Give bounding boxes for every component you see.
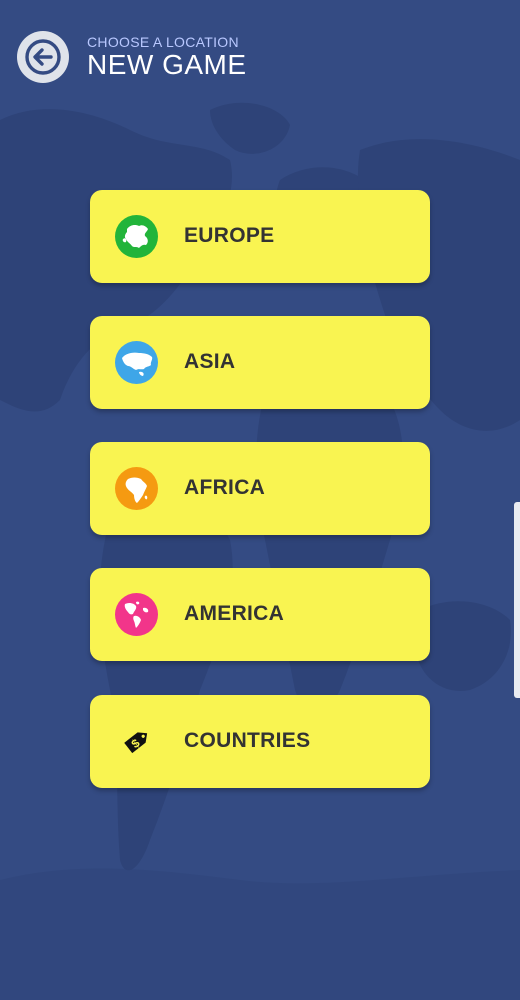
europe-button[interactable]: EUROPE	[90, 190, 430, 283]
africa-button[interactable]: AFRICA	[90, 442, 430, 535]
menu-label-europe: EUROPE	[184, 224, 275, 247]
arrow-left-icon	[25, 39, 61, 75]
asia-map-icon	[115, 341, 158, 384]
america-button[interactable]: AMERICA	[90, 568, 430, 661]
africa-map-icon	[115, 467, 158, 510]
menu-label-asia: ASIA	[184, 350, 236, 373]
menu-label-africa: AFRICA	[184, 476, 266, 499]
scrollbar[interactable]	[514, 502, 520, 698]
america-map-icon	[115, 593, 158, 636]
header-subtitle: CHOOSE A LOCATION	[87, 34, 239, 50]
europe-map-icon	[115, 215, 158, 258]
countries-button[interactable]: $ COUNTRIES	[90, 695, 430, 788]
menu-label-america: AMERICA	[184, 602, 285, 625]
menu-label-countries: COUNTRIES	[184, 729, 311, 752]
asia-button[interactable]: ASIA	[90, 316, 430, 409]
price-tag-icon: $	[115, 720, 158, 763]
back-button[interactable]	[17, 31, 69, 83]
page-title: NEW GAME	[87, 49, 247, 80]
header: CHOOSE A LOCATION NEW GAME	[0, 0, 520, 110]
